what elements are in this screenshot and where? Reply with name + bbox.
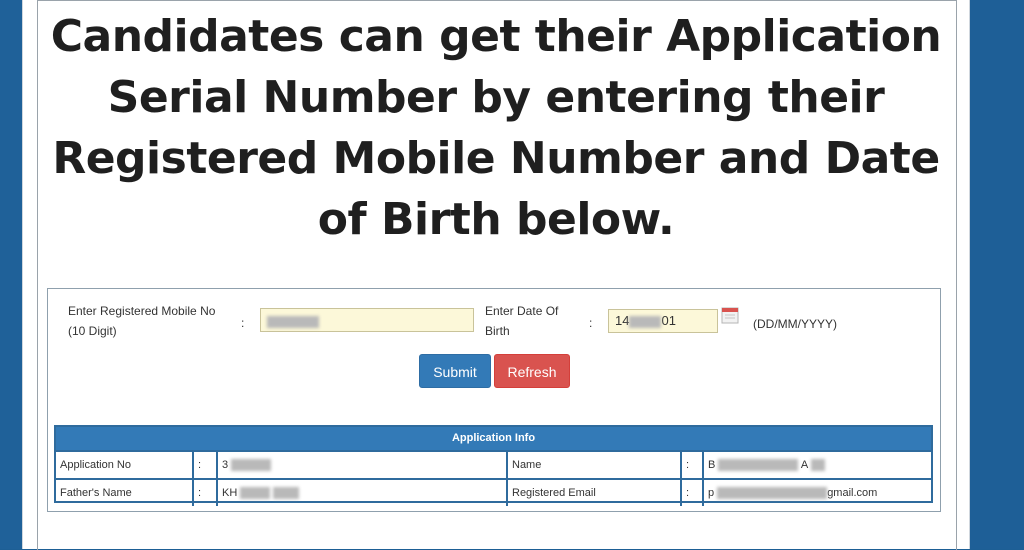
value-redacted <box>717 487 828 500</box>
value-redacted <box>231 459 272 472</box>
mobile-label-line1: Enter Registered Mobile No <box>68 304 216 318</box>
dob-input[interactable]: 14 01 <box>608 309 718 333</box>
value-redacted <box>810 459 825 472</box>
dob-value-suffix: 01 <box>661 313 676 328</box>
dob-label-line1: Enter Date Of <box>485 304 559 318</box>
value-name-prefix: B <box>708 459 716 471</box>
application-info-title: Application Info <box>56 427 931 452</box>
dob-format-hint: (DD/MM/YYYY) <box>753 317 837 331</box>
serial-number-form: Enter Registered Mobile No (10 Digit) : … <box>47 288 941 512</box>
dob-label-line2: Birth <box>485 324 510 338</box>
label-registered-email: Registered Email <box>508 480 682 506</box>
dob-value-prefix: 14 <box>615 313 630 328</box>
left-background-strip <box>0 0 22 549</box>
value-redacted <box>273 487 300 500</box>
value-fathers-name-prefix: KH <box>222 487 238 499</box>
value-fathers-name: KH <box>218 480 508 506</box>
value-name: B A <box>704 452 931 478</box>
dob-label: Enter Date Of Birth <box>485 301 558 341</box>
mobile-value-redacted <box>267 315 319 328</box>
value-application-no-prefix: 3 <box>222 459 229 471</box>
label-application-no: Application No <box>56 452 194 478</box>
colon-cell: : <box>194 480 218 506</box>
label-name: Name <box>508 452 682 478</box>
value-email-prefix: p <box>708 487 715 499</box>
mobile-colon: : <box>241 316 245 330</box>
submit-button[interactable]: Submit <box>419 354 491 388</box>
value-registered-email: p gmail.com <box>704 480 931 506</box>
table-row: Application No : 3 Name : B A <box>56 452 931 480</box>
label-fathers-name: Father's Name <box>56 480 194 506</box>
colon-cell: : <box>682 480 704 506</box>
table-row: Father's Name : KH Registered Email : p … <box>56 480 931 506</box>
mobile-label: Enter Registered Mobile No (10 Digit) <box>68 301 215 341</box>
value-redacted <box>240 487 271 500</box>
dob-value-redacted <box>629 315 662 328</box>
value-redacted <box>718 459 799 472</box>
value-email-suffix: gmail.com <box>827 487 878 499</box>
dob-colon: : <box>589 316 593 330</box>
headline-text: Candidates can get their Application Ser… <box>50 11 942 245</box>
colon-cell: : <box>682 452 704 478</box>
value-application-no: 3 <box>218 452 508 478</box>
calendar-icon[interactable] <box>721 306 739 324</box>
refresh-button[interactable]: Refresh <box>494 354 570 388</box>
mobile-label-line2: (10 Digit) <box>68 324 117 338</box>
application-info-table: Application Info Application No : 3 Name… <box>54 425 933 506</box>
value-name-suffix: A <box>800 459 808 471</box>
mobile-input[interactable] <box>260 308 474 332</box>
colon-cell: : <box>194 452 218 478</box>
right-background-strip <box>968 0 1024 549</box>
